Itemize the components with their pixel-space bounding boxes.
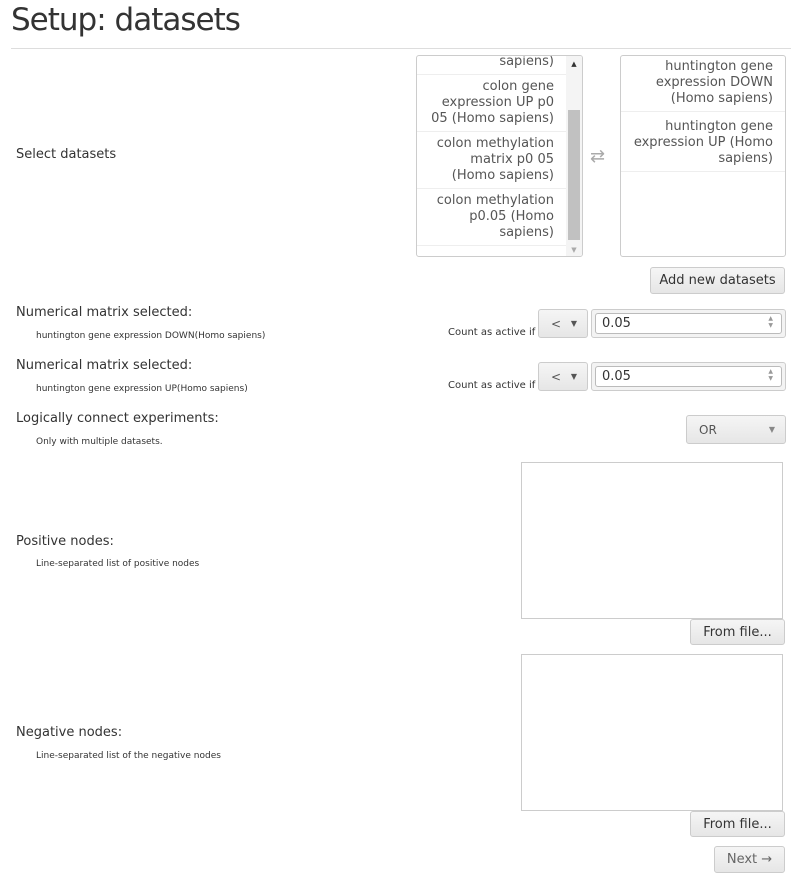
logic-label: Logically connect experiments: [16,411,219,426]
list-item[interactable]: colon methylation matrix p0 05 (Homo sap… [417,132,566,189]
logic-select[interactable]: OR ▼ [686,415,786,444]
negative-hint: Line-separated list of the negative node… [36,751,221,761]
divider [11,48,791,49]
count-label: Count as active if [448,327,536,338]
positive-label: Positive nodes: [16,534,114,549]
operator-select[interactable]: < ▼ [538,309,588,338]
positive-from-file-button[interactable]: From file... [690,619,785,645]
list-item[interactable]: colon methylation p0.05 (Homo sapiens) [417,189,566,246]
available-datasets-list[interactable]: sapiens) colon gene expression UP p0 05 … [416,55,583,257]
operator-select[interactable]: < ▼ [538,362,588,391]
spinner-icon: ▲ ▼ [768,368,773,382]
threshold-input[interactable]: 0.05 ▲ ▼ [591,309,786,338]
next-button[interactable]: Next → [714,846,785,873]
add-new-datasets-button[interactable]: Add new datasets [650,267,785,294]
list-item[interactable]: huntington gene expression DOWN (Homo sa… [621,56,785,112]
list-item[interactable]: colon gene expression UP p0 05 (Homo sap… [417,75,566,132]
list-item[interactable]: sapiens) [417,56,566,75]
matrix-label: Numerical matrix selected: [16,358,193,373]
matrix-name: huntington gene expression UP(Homo sapie… [36,384,248,394]
negative-label: Negative nodes: [16,725,123,740]
matrix-label: Numerical matrix selected: [16,305,193,320]
swap-arrows-icon[interactable]: ⇄ [590,146,605,167]
selected-datasets-list[interactable]: huntington gene expression DOWN (Homo sa… [620,55,786,257]
matrix-name: huntington gene expression DOWN(Homo sap… [36,331,266,341]
chevron-down-icon: ▼ [570,372,577,381]
spinner-icon: ▲ ▼ [768,315,773,329]
chevron-down-icon: ▼ [570,319,577,328]
chevron-down-icon: ▼ [768,425,775,434]
page-title: Setup: datasets [11,2,241,38]
logic-hint: Only with multiple datasets. [36,437,163,447]
negative-from-file-button[interactable]: From file... [690,811,785,837]
list-item[interactable]: huntington gene expression UP (Homo sapi… [621,112,785,172]
positive-nodes-textarea[interactable] [521,462,783,619]
threshold-input[interactable]: 0.05 ▲ ▼ [591,362,786,391]
positive-hint: Line-separated list of positive nodes [36,559,200,569]
negative-nodes-textarea[interactable] [521,654,783,811]
select-datasets-label: Select datasets [16,147,117,162]
scrollbar[interactable]: ▲ ▼ [566,56,582,256]
count-label: Count as active if [448,380,536,391]
